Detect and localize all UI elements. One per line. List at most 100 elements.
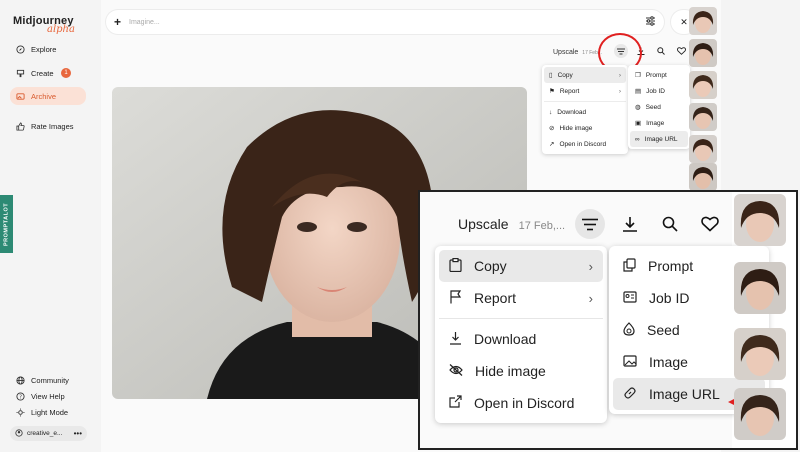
menu-item-label: Report: [474, 290, 517, 306]
search-input[interactable]: Imagine...: [129, 19, 645, 26]
upscale-text: Upscale: [458, 216, 509, 232]
menu-item-download[interactable]: Download: [439, 323, 603, 355]
menu-item-label: Image URL: [649, 386, 720, 402]
submenu-item-image[interactable]: ▣ Image: [630, 115, 688, 131]
upscale-label-zoomed: Upscale 17 Feb,...: [458, 216, 565, 232]
sidebar-item-light-mode[interactable]: Light Mode: [10, 403, 73, 421]
avatar: [15, 428, 23, 439]
menu-icon[interactable]: [575, 209, 605, 239]
more-options-icon[interactable]: •••: [74, 429, 82, 438]
menu-item-label: Hide image: [475, 363, 546, 379]
menu-item-label: Open in Discord: [559, 140, 607, 148]
sun-icon: [15, 407, 25, 417]
chevron-right-icon: ›: [588, 258, 593, 274]
compass-icon: [15, 44, 25, 54]
clipboard-icon: [449, 257, 462, 275]
context-menu-small: ▯ Copy › ⚑ Report › ↓ Download ⊘ Hide image ↗ O…: [542, 65, 628, 154]
sidebar-item-label: Create: [31, 68, 54, 78]
context-menu-zoomed: Copy › Report › Download Hide image Open i…: [435, 246, 607, 423]
thumbs-up-icon: [15, 121, 25, 131]
flag-icon: [449, 289, 462, 307]
upscale-text: Upscale: [553, 49, 579, 56]
submenu-item-image-url[interactable]: ∞ Image URL: [630, 131, 688, 147]
menu-item-label: Open in Discord: [474, 395, 575, 411]
settings-sliders-icon[interactable]: [645, 13, 656, 31]
menu-item-label: Prompt: [648, 258, 694, 274]
sidebar-item-create[interactable]: Create: [10, 64, 59, 82]
create-count-badge: 1: [61, 68, 71, 78]
thumbnail[interactable]: [689, 71, 717, 99]
external-link-icon: [449, 395, 462, 411]
sidebar-item-label: Archive: [31, 91, 57, 101]
heart-icon[interactable]: [695, 209, 725, 239]
menu-item-label: Seed: [645, 103, 661, 111]
menu-item-label: Hide image: [559, 124, 593, 132]
menu-item-label: Download: [474, 331, 537, 347]
username: creative_e...: [27, 430, 63, 437]
thumbnail[interactable]: [689, 7, 717, 35]
thumbnail[interactable]: [734, 262, 786, 314]
chevron-right-icon: ›: [588, 290, 593, 306]
link-icon: [623, 386, 637, 403]
menu-item-label: Image URL: [644, 135, 678, 143]
svg-text:?: ?: [19, 394, 22, 400]
menu-item-download[interactable]: ↓ Download: [544, 104, 626, 120]
download-icon: [449, 331, 462, 348]
copy-icon: [623, 257, 636, 275]
image-icon: [623, 354, 637, 370]
sidebar-item-archive[interactable]: Archive: [10, 87, 86, 105]
menu-item-report[interactable]: ⚑ Report ›: [544, 83, 626, 99]
submenu-item-job-id[interactable]: ▤ Job ID: [630, 83, 688, 99]
menu-item-open-in-discord[interactable]: Open in Discord: [439, 387, 603, 419]
help-icon: ?: [15, 391, 25, 401]
menu-item-label: Report: [559, 87, 580, 95]
sidebar-item-label: Community: [31, 375, 69, 385]
thumbnail[interactable]: [689, 39, 717, 67]
brand-logo[interactable]: Midjourney alpha: [13, 15, 75, 35]
globe-icon: [15, 375, 25, 385]
search-icon[interactable]: [655, 209, 685, 239]
thumbnail[interactable]: [689, 103, 717, 131]
chevron-right-icon: ›: [618, 87, 621, 95]
menu-item-open-in-discord[interactable]: ↗ Open in Discord: [544, 136, 626, 152]
download-icon[interactable]: [615, 209, 645, 239]
heart-icon[interactable]: [674, 44, 688, 58]
sidebar-item-explore[interactable]: Explore: [10, 40, 61, 58]
sidebar-item-rate-images[interactable]: Rate Images: [10, 117, 79, 135]
menu-item-hide-image[interactable]: Hide image: [439, 355, 603, 387]
copy-icon: ❐: [635, 72, 641, 79]
thumbnail[interactable]: [689, 163, 717, 191]
user-account-pill[interactable]: creative_e... •••: [10, 426, 87, 441]
clipboard-icon: ▯: [549, 72, 553, 79]
menu-item-label: Image: [646, 119, 665, 127]
menu-item-copy[interactable]: ▯ Copy ›: [544, 67, 626, 83]
thumbnail[interactable]: [734, 328, 786, 380]
menu-item-hide-image[interactable]: ⊘ Hide image: [544, 120, 626, 136]
menu-item-report[interactable]: Report ›: [439, 282, 603, 314]
menu-item-copy[interactable]: Copy ›: [439, 250, 603, 282]
menu-item-label: Seed: [647, 322, 680, 338]
brush-icon: [15, 68, 25, 78]
thumbnail[interactable]: [734, 194, 786, 246]
menu-item-label: Job ID: [649, 290, 690, 306]
imagine-bar[interactable]: + Imagine...: [106, 10, 664, 34]
sidebar-item-label: Explore: [31, 44, 57, 54]
plus-icon[interactable]: +: [114, 15, 121, 29]
image-icon: ▣: [635, 120, 642, 127]
image-icon: [15, 91, 25, 101]
menu-divider: [544, 101, 626, 102]
submenu-item-prompt[interactable]: ❐ Prompt: [630, 67, 688, 83]
submenu-item-seed[interactable]: ◍ Seed: [630, 99, 688, 115]
thumbnail[interactable]: [689, 135, 717, 163]
seed-icon: [623, 321, 635, 339]
sidebar-item-label: Rate Images: [31, 121, 74, 131]
download-icon: ↓: [549, 108, 553, 116]
id-card-icon: ▤: [635, 88, 642, 95]
promptalot-tab[interactable]: PROMPTALOT: [0, 195, 13, 253]
copy-submenu-small: ❐ Prompt ▤ Job ID ◍ Seed ▣ Image ∞ Image URL: [628, 65, 690, 149]
search-icon[interactable]: [654, 44, 668, 58]
thumbnail[interactable]: [734, 388, 786, 440]
image-actions-zoomed: [575, 209, 725, 239]
sidebar-item-label: View Help: [31, 391, 65, 401]
eye-off-icon: ⊘: [549, 125, 555, 132]
